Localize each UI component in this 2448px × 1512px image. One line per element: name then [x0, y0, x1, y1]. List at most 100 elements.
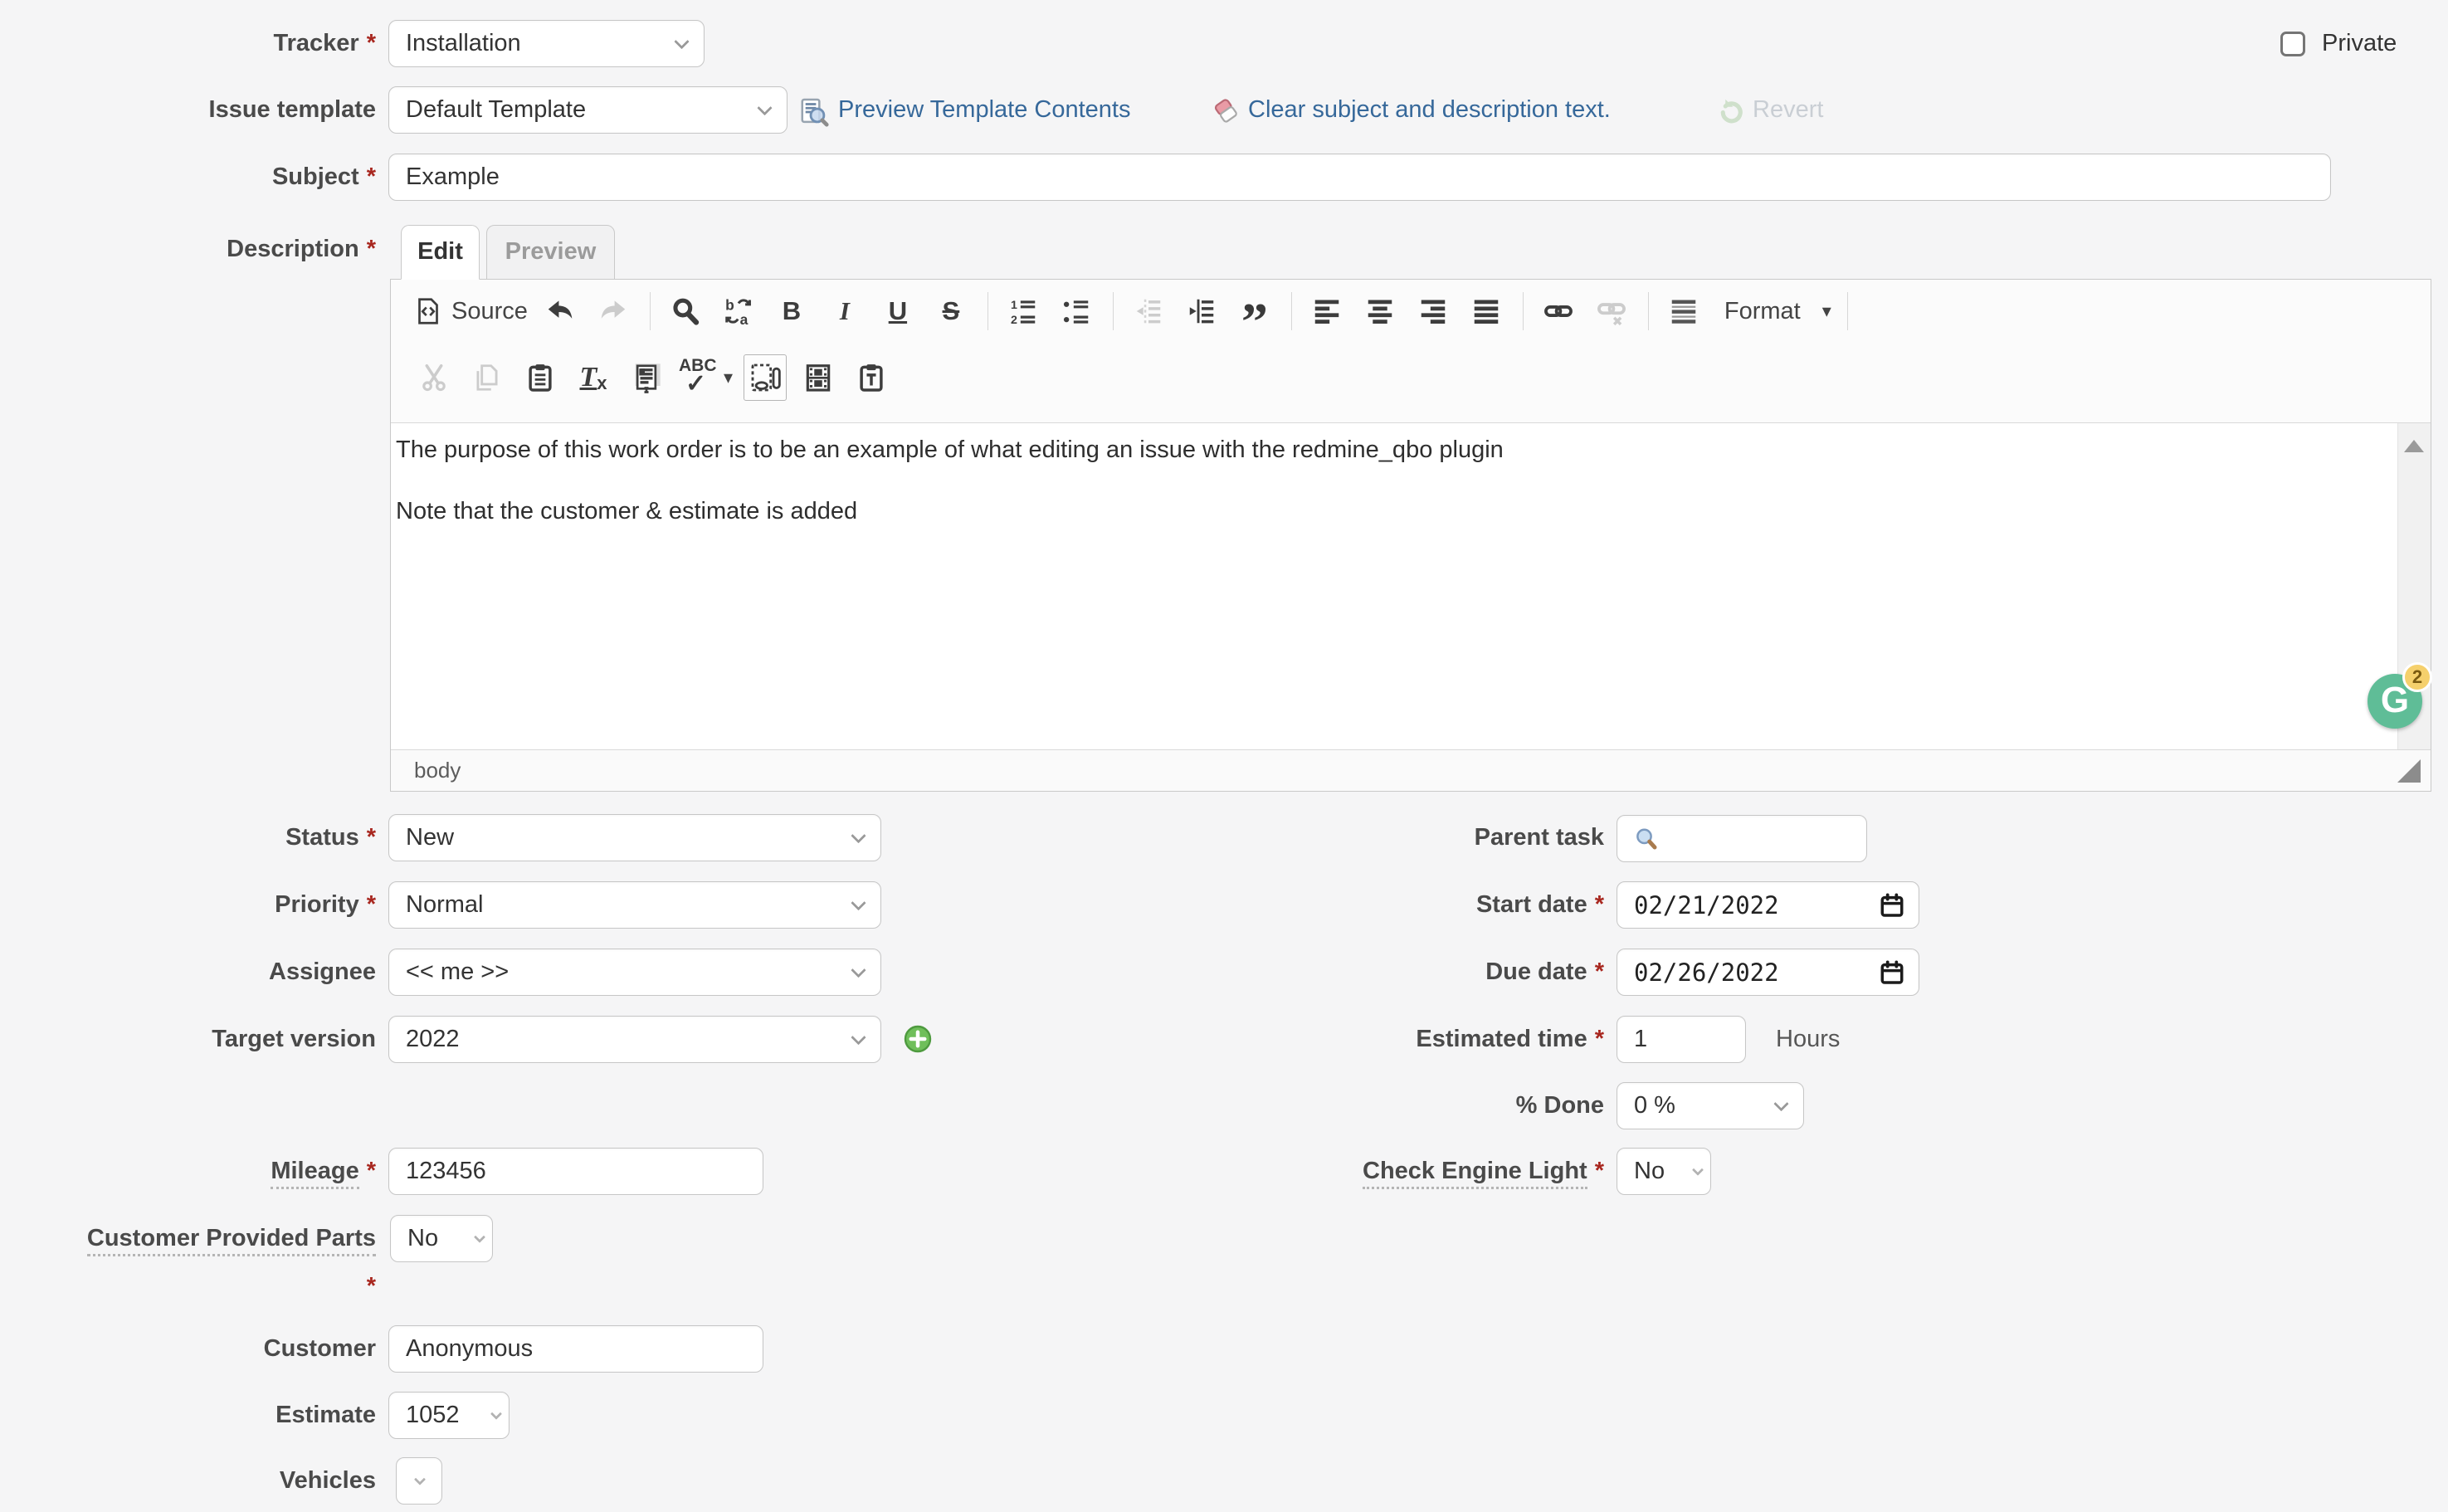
start-date-input[interactable]: 02/21/2022	[1617, 881, 1919, 929]
parent-task-input[interactable]	[1617, 815, 1867, 862]
grammarly-icon[interactable]: G 2	[2368, 674, 2422, 729]
scroll-up-arrow-icon[interactable]	[2404, 440, 2424, 452]
preview-template-icon	[798, 96, 830, 132]
editor-toolbar-row-2: Tx ABC✓ ▾	[391, 343, 2431, 412]
revert-button-disabled: Revert	[1753, 86, 1823, 134]
underline-button[interactable]: U	[876, 288, 919, 334]
subject-input[interactable]: Example	[388, 154, 2331, 201]
cut-button-disabled	[412, 354, 456, 401]
status-select[interactable]: New	[388, 814, 881, 861]
vehicles-label: Vehicles	[0, 1457, 376, 1505]
chevron-down-icon	[474, 1231, 485, 1242]
revert-icon	[1716, 96, 1746, 130]
chevron-down-icon	[674, 33, 689, 48]
customer-provided-parts-required-mark: *	[0, 1263, 376, 1310]
grammarly-badge: 2	[2402, 662, 2432, 692]
preview-template-link[interactable]: Preview Template Contents	[838, 86, 1130, 134]
chevron-down-icon	[1773, 1095, 1788, 1110]
chevron-down-icon	[490, 1407, 502, 1419]
source-button[interactable]: Source	[412, 288, 529, 334]
customer-input[interactable]: Anonymous	[388, 1325, 763, 1373]
insert-link-button[interactable]	[1537, 288, 1580, 334]
resize-handle-icon[interactable]	[2397, 759, 2421, 783]
format-dropdown[interactable]: Format ▾	[1715, 288, 1832, 334]
check-engine-light-select[interactable]: No	[1617, 1148, 1711, 1195]
decrease-indent-button-disabled	[1127, 288, 1170, 334]
eraser-icon	[1210, 95, 1241, 130]
calendar-icon	[1879, 892, 1905, 919]
hours-suffix: Hours	[1776, 1016, 1840, 1063]
add-version-icon[interactable]	[903, 1024, 933, 1058]
chevron-down-icon	[851, 962, 866, 977]
replace-button[interactable]: ba	[717, 288, 760, 334]
undo-button[interactable]	[539, 288, 582, 334]
align-left-button[interactable]	[1305, 288, 1348, 334]
widget-outline-button-active[interactable]	[744, 354, 787, 401]
mileage-input[interactable]: 123456	[388, 1148, 763, 1195]
media-button[interactable]	[797, 354, 840, 401]
find-button[interactable]	[664, 288, 707, 334]
estimate-select[interactable]: 1052	[388, 1392, 510, 1439]
issue-template-select[interactable]: Default Template	[388, 86, 788, 134]
paste-from-word-button[interactable]	[625, 354, 668, 401]
description-editor: Source ba B I U S 12 ”	[390, 279, 2431, 792]
increase-indent-button[interactable]	[1180, 288, 1223, 334]
paste-button[interactable]	[519, 354, 562, 401]
numbered-list-button[interactable]: 12	[1002, 288, 1045, 334]
description-label: Description*	[0, 226, 376, 273]
mileage-label: Mileage*	[0, 1148, 376, 1195]
clear-subject-link[interactable]: Clear subject and description text.	[1248, 86, 1611, 134]
svg-text:b: b	[725, 296, 734, 313]
blockquote-button[interactable]: ”	[1233, 288, 1276, 334]
chevron-down-icon	[414, 1473, 426, 1485]
editor-status-bar: body	[391, 749, 2431, 791]
toolbar-separator	[1847, 292, 1848, 330]
estimated-time-input[interactable]: 1	[1617, 1016, 1746, 1063]
tab-preview[interactable]: Preview	[486, 225, 615, 280]
description-line: The purpose of this work order is to be …	[396, 433, 2381, 466]
element-path[interactable]: body	[414, 758, 461, 783]
remove-format-button[interactable]: Tx	[572, 354, 615, 401]
private-label: Private	[2322, 20, 2397, 67]
vehicles-select[interactable]	[396, 1457, 442, 1505]
calendar-icon	[1879, 959, 1905, 986]
copy-button-disabled	[466, 354, 509, 401]
target-version-label: Target version	[0, 1016, 376, 1063]
estimated-time-label: Estimated time*	[1106, 1016, 1604, 1063]
bold-button[interactable]: B	[770, 288, 813, 334]
private-checkbox[interactable]	[2280, 32, 2305, 56]
strikethrough-button[interactable]: S	[929, 288, 973, 334]
customer-provided-parts-select[interactable]: No	[390, 1215, 493, 1262]
tracker-select[interactable]: Installation	[388, 20, 705, 67]
parent-task-label: Parent task	[1106, 814, 1604, 861]
assignee-select[interactable]: << me >>	[388, 949, 881, 996]
priority-select[interactable]: Normal	[388, 881, 881, 929]
spellcheck-button[interactable]: ABC✓ ▾	[678, 354, 734, 401]
description-textarea[interactable]: The purpose of this work order is to be …	[391, 422, 2431, 750]
customer-provided-parts-label: Customer Provided Parts	[0, 1215, 376, 1262]
tab-edit[interactable]: Edit	[401, 225, 480, 280]
chevron-down-icon	[851, 1029, 866, 1044]
toolbar-separator	[987, 292, 988, 330]
paste-text-button[interactable]	[850, 354, 893, 401]
align-right-button[interactable]	[1412, 288, 1455, 334]
check-engine-light-label: Check Engine Light*	[1106, 1148, 1604, 1195]
italic-button[interactable]: I	[823, 288, 866, 334]
toolbar-separator	[1291, 292, 1292, 330]
align-center-button[interactable]	[1358, 288, 1402, 334]
start-date-label: Start date*	[1106, 881, 1604, 929]
percent-done-select[interactable]: 0 %	[1617, 1082, 1804, 1129]
tracker-label: Tracker*	[0, 20, 376, 67]
bulleted-list-button[interactable]	[1055, 288, 1098, 334]
priority-label: Priority*	[0, 881, 376, 929]
paragraph-format-icon[interactable]	[1662, 288, 1705, 334]
justify-button[interactable]	[1465, 288, 1508, 334]
toolbar-separator	[1113, 292, 1114, 330]
chevron-down-icon	[851, 827, 866, 842]
svg-text:2: 2	[1011, 314, 1017, 327]
description-content: The purpose of this work order is to be …	[391, 423, 2431, 528]
target-version-select[interactable]: 2022	[388, 1016, 881, 1063]
due-date-input[interactable]: 02/26/2022	[1617, 949, 1919, 996]
search-icon	[1634, 827, 1659, 851]
issue-edit-form: { "colors": { "background": "#f5f5f6", "…	[0, 0, 2448, 1512]
